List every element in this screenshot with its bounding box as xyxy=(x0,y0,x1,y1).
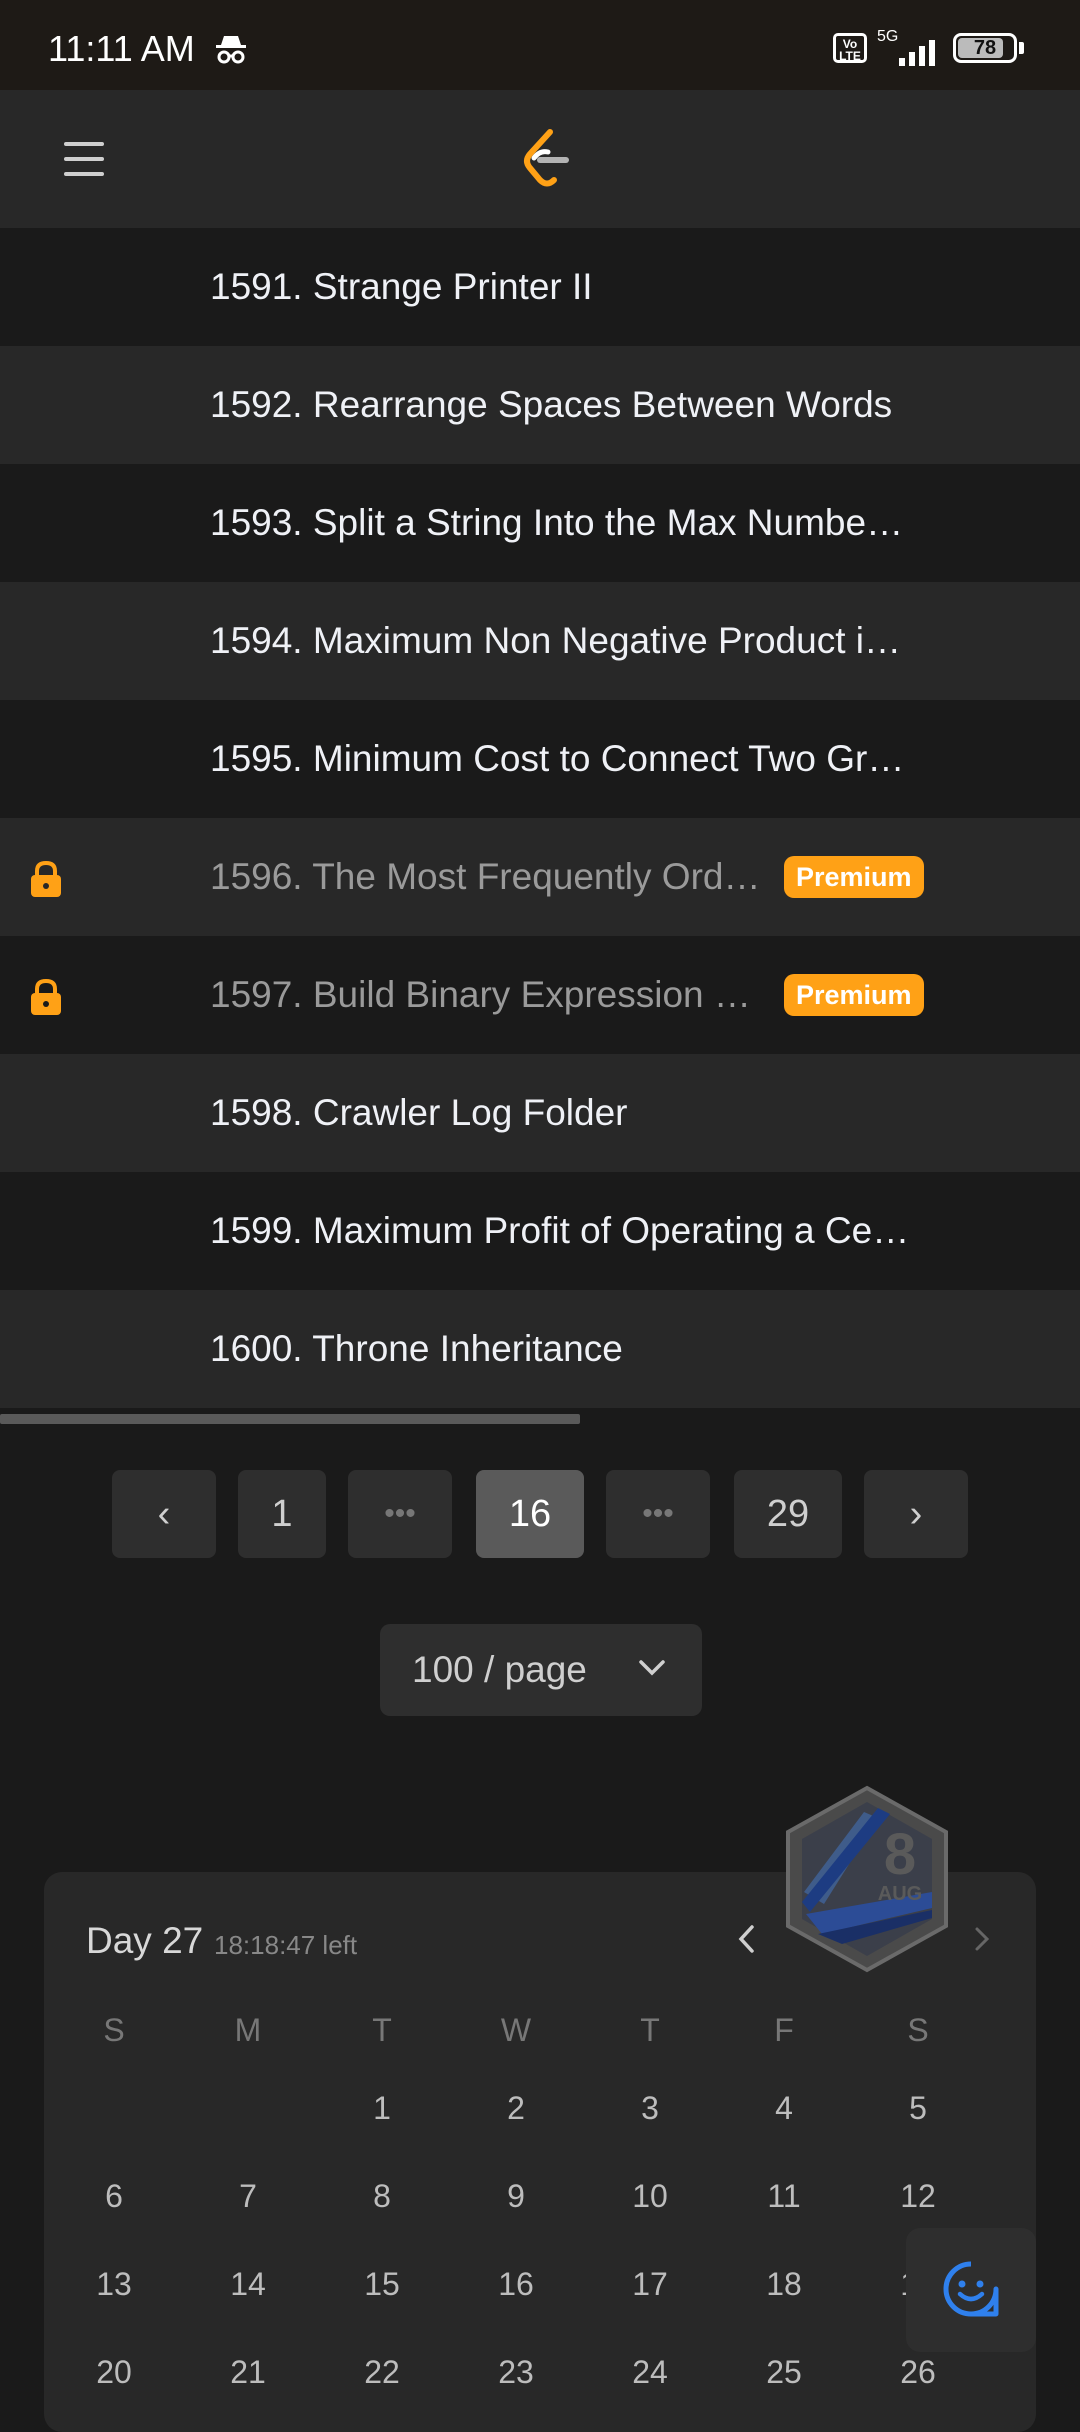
problem-row[interactable]: 1593. Split a String Into the Max Numbe… xyxy=(0,464,1080,582)
problem-title[interactable]: 1599. Maximum Profit of Operating a Ce… xyxy=(210,1210,909,1252)
calendar-day[interactable]: 6 xyxy=(64,2178,164,2215)
problem-list: 1591. Strange Printer II 1592. Rearrange… xyxy=(0,228,1080,1408)
calendar-day[interactable]: 14 xyxy=(198,2266,298,2303)
calendar-day[interactable]: 15 xyxy=(332,2266,432,2303)
problem-title[interactable]: 1598. Crawler Log Folder xyxy=(210,1092,628,1134)
ellipsis-next-button[interactable]: ••• xyxy=(606,1470,710,1558)
calendar-day[interactable]: 7 xyxy=(198,2178,298,2215)
calendar-day[interactable]: 12 xyxy=(868,2178,968,2215)
calendar-day[interactable]: 21 xyxy=(198,2354,298,2391)
problem-title[interactable]: 1593. Split a String Into the Max Numbe… xyxy=(210,502,903,544)
app-header xyxy=(0,90,1080,228)
feedback-button[interactable] xyxy=(906,2228,1036,2352)
problem-row[interactable]: 1592. Rearrange Spaces Between Words xyxy=(0,346,1080,464)
weekday-label: M xyxy=(234,2012,262,2048)
problem-title[interactable]: 1591. Strange Printer II xyxy=(210,266,593,308)
lock-icon xyxy=(31,860,61,897)
time-left: 18:18:47 left xyxy=(214,1930,358,1960)
weekday-label: F xyxy=(774,2012,794,2048)
calendar-day[interactable]: 1 xyxy=(332,2090,432,2127)
hamburger-icon[interactable] xyxy=(64,142,104,176)
network-type: 5G xyxy=(877,28,899,45)
prev-page-button[interactable]: ‹ xyxy=(112,1470,216,1558)
premium-badge: Premium xyxy=(784,974,924,1016)
calendar-day[interactable]: 10 xyxy=(600,2178,700,2215)
chevron-right-icon[interactable] xyxy=(972,1924,992,1954)
page-size-select[interactable]: 100 / page xyxy=(380,1624,702,1716)
page-1-button[interactable]: 1 xyxy=(238,1470,326,1558)
problem-title[interactable]: 1592. Rearrange Spaces Between Words xyxy=(210,384,892,426)
calendar-day[interactable]: 24 xyxy=(600,2354,700,2391)
problem-row[interactable]: 1598. Crawler Log Folder xyxy=(0,1054,1080,1172)
problem-title[interactable]: 1594. Maximum Non Negative Product i… xyxy=(210,620,901,662)
calendar-day[interactable]: 22 xyxy=(332,2354,432,2391)
weekday-label: S xyxy=(907,2012,929,2048)
calendar-day[interactable]: 18 xyxy=(734,2266,834,2303)
calendar-day[interactable]: 16 xyxy=(466,2266,566,2303)
calendar-day[interactable]: 2 xyxy=(466,2090,566,2127)
monthly-badge-icon[interactable]: 8 AUG xyxy=(782,1784,952,1974)
calendar-day[interactable]: 9 xyxy=(466,2178,566,2215)
signal-icon: 5G xyxy=(877,28,943,68)
problem-title[interactable]: 1595. Minimum Cost to Connect Two Gr… xyxy=(210,738,904,780)
calendar-day[interactable]: 5 xyxy=(868,2090,968,2127)
calendar-day[interactable]: 13 xyxy=(64,2266,164,2303)
problem-row-locked[interactable]: 1597. Build Binary Expression … Premium xyxy=(0,936,1080,1054)
incognito-icon xyxy=(216,36,246,64)
leetcode-logo[interactable] xyxy=(520,128,572,190)
problem-row[interactable]: 1595. Minimum Cost to Connect Two Gr… xyxy=(0,700,1080,818)
problem-row[interactable]: 1599. Maximum Profit of Operating a Ce… xyxy=(0,1172,1080,1290)
weekday-label: T xyxy=(372,2012,392,2048)
pagination: ‹ 1 ••• 16 ••• 29 › xyxy=(0,1470,1080,1558)
volte-icon: Vo LTE xyxy=(833,33,867,63)
problem-row[interactable]: 1591. Strange Printer II xyxy=(0,228,1080,346)
status-time: 11:11 AM xyxy=(48,28,195,69)
day-label: Day 27 xyxy=(86,1920,204,1961)
page-size-value: 100 / page xyxy=(412,1649,587,1690)
chevron-left-icon[interactable] xyxy=(734,1922,758,1956)
next-page-button[interactable]: › xyxy=(864,1470,968,1558)
calendar-day[interactable]: 25 xyxy=(734,2354,834,2391)
chevron-down-icon xyxy=(639,1660,665,1676)
calendar-day[interactable]: 8 xyxy=(332,2178,432,2215)
calendar-day[interactable]: 26 xyxy=(868,2354,968,2391)
status-bar: 11:11 AM Vo LTE 5G 78 xyxy=(0,0,1080,90)
problem-row[interactable]: 1600. Throne Inheritance xyxy=(0,1290,1080,1408)
problem-row[interactable]: 1594. Maximum Non Negative Product i… xyxy=(0,582,1080,700)
premium-badge: Premium xyxy=(784,856,924,898)
calendar-day[interactable]: 23 xyxy=(466,2354,566,2391)
current-page-button[interactable]: 16 xyxy=(476,1470,584,1558)
battery-level: 78 xyxy=(973,37,997,59)
weekday-label: W xyxy=(500,2012,532,2048)
calendar-day[interactable]: 3 xyxy=(600,2090,700,2127)
ellipsis-prev-button[interactable]: ••• xyxy=(348,1470,452,1558)
horizontal-scrollbar[interactable] xyxy=(0,1414,580,1424)
weekday-label: S xyxy=(103,2012,125,2048)
calendar-day[interactable]: 17 xyxy=(600,2266,700,2303)
last-page-button[interactable]: 29 xyxy=(734,1470,842,1558)
battery-icon: 78 xyxy=(953,33,1017,63)
calendar-day[interactable]: 4 xyxy=(734,2090,834,2127)
badge-day: 8 xyxy=(884,1822,916,1887)
calendar-day[interactable]: 11 xyxy=(734,2178,834,2215)
smiley-chat-icon xyxy=(943,2261,999,2317)
lock-icon xyxy=(31,978,61,1015)
problem-row-locked[interactable]: 1596. The Most Frequently Ord… Premium xyxy=(0,818,1080,936)
badge-month: AUG xyxy=(878,1883,922,1905)
weekday-label: T xyxy=(640,2012,660,2048)
problem-title[interactable]: 1597. Build Binary Expression … xyxy=(210,974,751,1016)
problem-title[interactable]: 1600. Throne Inheritance xyxy=(210,1328,623,1370)
calendar-day[interactable]: 20 xyxy=(64,2354,164,2391)
problem-title[interactable]: 1596. The Most Frequently Ord… xyxy=(210,856,760,898)
